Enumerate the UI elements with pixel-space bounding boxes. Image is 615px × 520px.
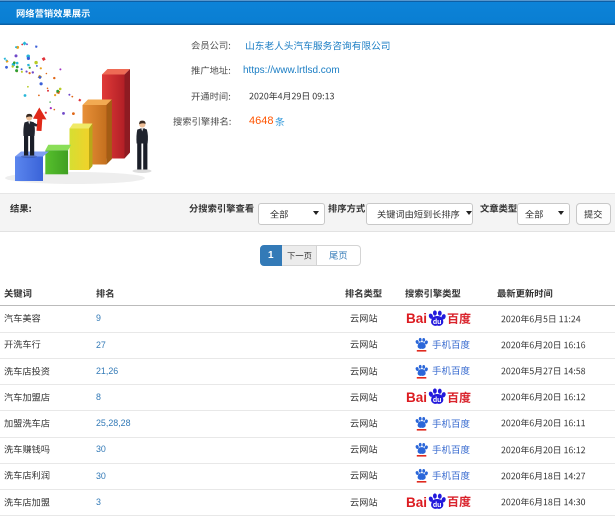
svg-text:du: du (433, 397, 442, 404)
svg-text:du: du (433, 502, 442, 509)
svg-text:du: du (433, 319, 442, 326)
